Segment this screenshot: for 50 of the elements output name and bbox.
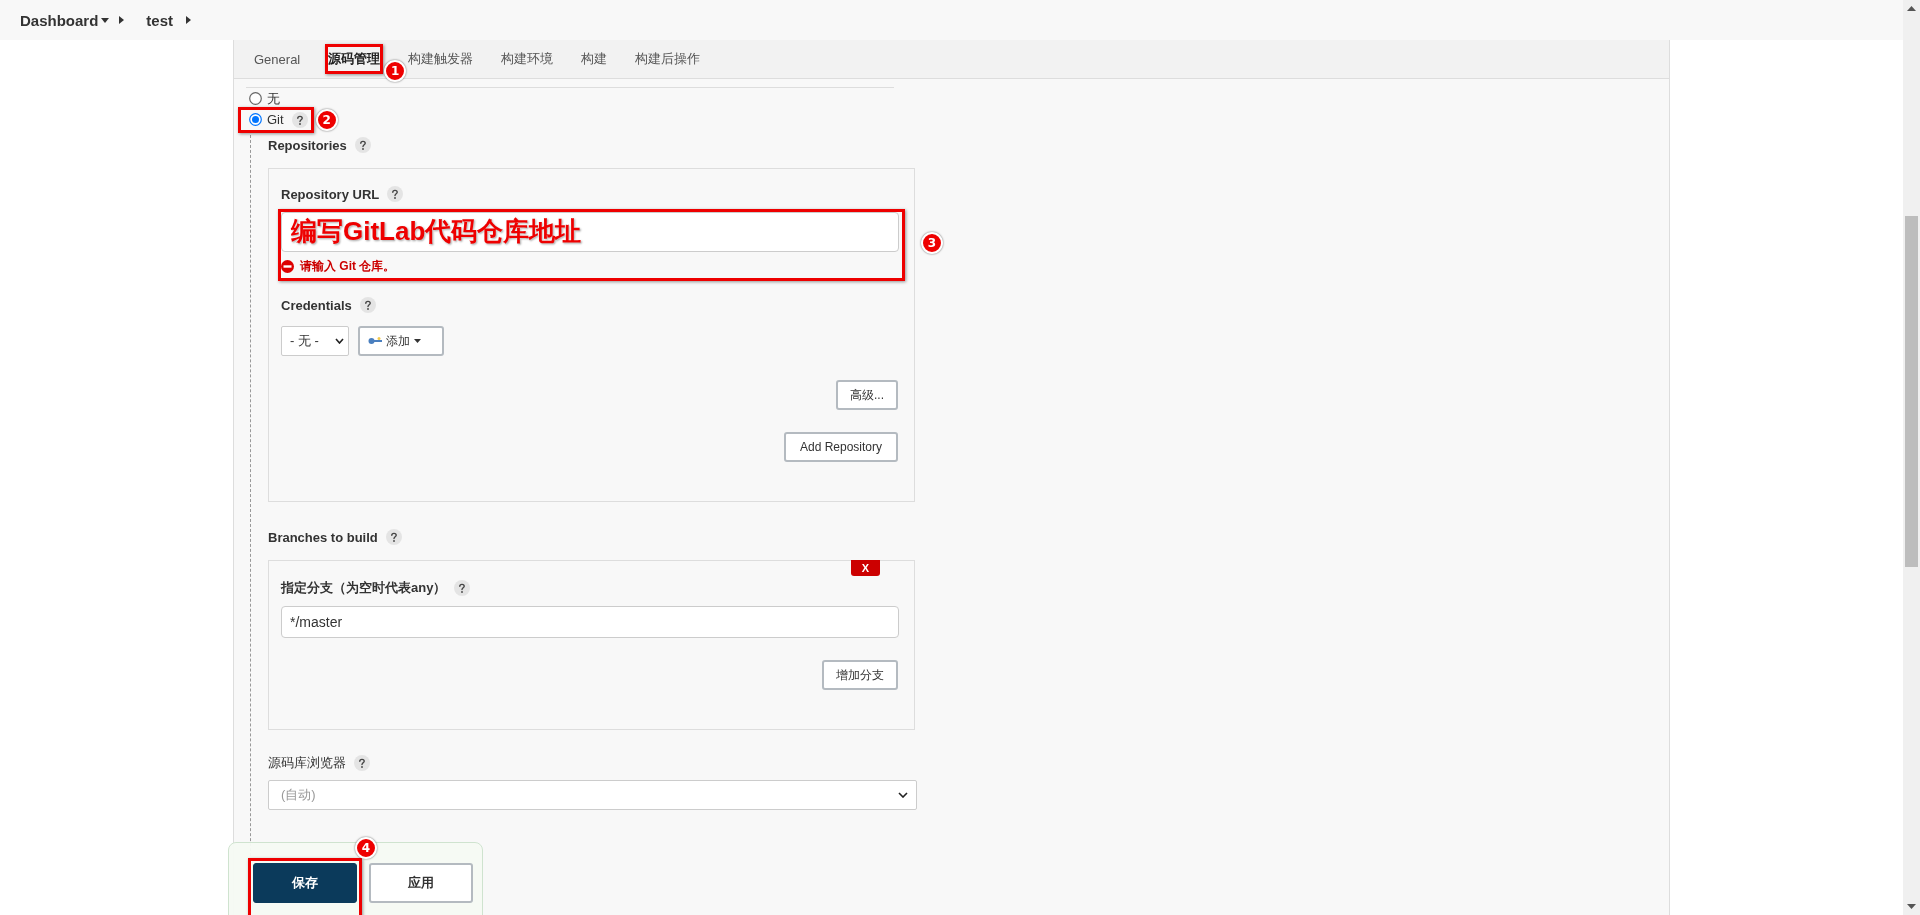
delete-button[interactable]: X [851,560,880,576]
breadcrumb-link[interactable]: test [146,11,174,29]
field-label: 指定分支（为空时代表any） [281,579,447,597]
chevron-down-icon [335,338,344,344]
annotation-text: 编写GitLab代码仓库地址 [291,215,582,248]
help-icon[interactable] [385,529,402,545]
breadcrumb-link[interactable]: Dashboard [20,11,99,29]
credentials-select[interactable]: - 无 - [281,326,349,356]
chevron-icon [186,16,192,24]
chevron-down-icon [898,792,908,798]
field-label: 源码库浏览器 [268,754,346,772]
save-button[interactable]: 保存 [253,863,357,903]
radio-button[interactable] [249,92,262,105]
caret-icon[interactable] [101,17,110,23]
tab[interactable]: General [254,51,301,67]
help-icon[interactable] [387,186,404,202]
radio-label[interactable]: 无 [267,89,280,108]
error-icon [281,259,294,273]
help-icon[interactable] [354,137,371,153]
add-branch-button[interactable]: 增加分支 [822,660,898,690]
tab[interactable]: 构建 [581,51,608,66]
add-repository-button[interactable]: Add Repository [783,432,898,462]
advanced-button[interactable]: 高级... [836,380,898,410]
step-number-badge: 2 [315,108,338,131]
help-icon[interactable] [454,580,471,596]
help-icon[interactable] [359,297,376,313]
field-label: Credentials [281,297,352,313]
help-icon[interactable] [354,755,370,771]
section-label: Repositories [268,137,347,153]
step-number-badge: 3 [921,232,943,254]
add-credentials-button[interactable]: 添加 [358,326,444,356]
tab[interactable]: 构建环境 [501,51,554,66]
repository-url-field[interactable] [281,212,899,252]
error-message: 请输入 Git 仓库。 [300,257,396,275]
branch-field[interactable]: */master [281,606,899,638]
field-label: Repository URL [281,186,380,202]
tab[interactable]: 构建后操作 [635,51,701,66]
step-number-badge: 1 [384,60,407,82]
caret-icon [414,339,421,343]
radio-button[interactable] [249,113,262,126]
help-icon[interactable] [291,111,308,128]
step-number-badge: 4 [355,837,377,859]
chevron-icon [119,16,125,24]
tab[interactable]: 源码管理 [328,51,381,66]
apply-button[interactable]: 应用 [369,863,473,903]
tab[interactable]: 构建触发器 [408,51,474,66]
scrollbar-thumb[interactable] [1905,216,1918,567]
radio-label[interactable]: Git [267,112,284,127]
key-icon [368,337,382,345]
section-label: Branches to build [268,529,378,545]
